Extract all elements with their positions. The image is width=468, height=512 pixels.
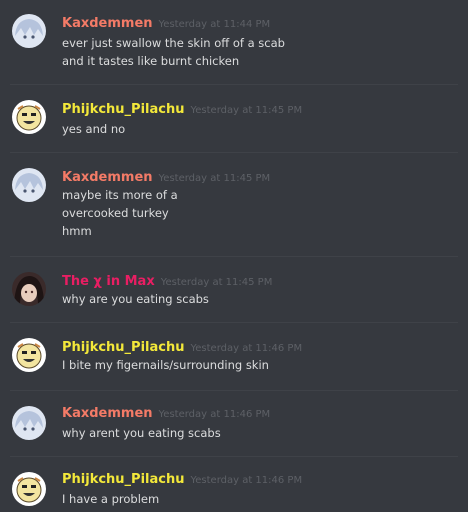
username[interactable]: The χ in Max xyxy=(62,274,155,289)
message-divider xyxy=(10,152,458,153)
message-text: yes and no xyxy=(62,122,126,136)
username[interactable]: Phijkchu_Pilachu xyxy=(62,340,184,355)
timestamp: Yesterday at 11:45 PM xyxy=(158,173,271,184)
dark-haired-anime-avatar-icon[interactable] xyxy=(12,272,46,306)
username[interactable]: Kaxdemmen xyxy=(62,406,153,421)
white-haired-anime-avatar-icon[interactable] xyxy=(12,168,46,202)
message-divider xyxy=(10,322,458,323)
message-text: hmm xyxy=(62,224,92,238)
message-text: and it tastes like burnt chicken xyxy=(62,54,240,68)
message-text: ever just swallow the skin off of a scab xyxy=(62,36,285,50)
timestamp: Yesterday at 11:45 PM xyxy=(160,277,273,288)
message-text: overcooked turkey xyxy=(62,206,169,220)
message-text: maybe its more of a xyxy=(62,188,178,202)
white-haired-anime-avatar-icon[interactable] xyxy=(12,14,46,48)
yellow-cartoon-face-avatar-icon[interactable] xyxy=(12,100,46,134)
message-text: why arent you eating scabs xyxy=(62,426,221,440)
yellow-cartoon-face-avatar-icon[interactable] xyxy=(12,472,46,506)
chat-message-list: Kaxdemmen Yesterday at 11:44 PM ever jus… xyxy=(0,0,468,512)
username[interactable]: Phijkchu_Pilachu xyxy=(62,102,184,117)
timestamp: Yesterday at 11:44 PM xyxy=(158,19,271,30)
message-divider xyxy=(10,390,458,391)
username[interactable]: Kaxdemmen xyxy=(62,170,153,185)
timestamp: Yesterday at 11:46 PM xyxy=(190,343,303,354)
message-text: I have a problem xyxy=(62,492,160,506)
message-divider xyxy=(10,256,458,257)
message-divider xyxy=(10,456,458,457)
username[interactable]: Kaxdemmen xyxy=(62,16,153,31)
timestamp: Yesterday at 11:46 PM xyxy=(190,475,303,486)
yellow-cartoon-face-avatar-icon[interactable] xyxy=(12,338,46,372)
message-divider xyxy=(10,84,458,85)
message-text: why are you eating scabs xyxy=(62,292,209,306)
timestamp: Yesterday at 11:46 PM xyxy=(158,409,271,420)
timestamp: Yesterday at 11:45 PM xyxy=(190,105,303,116)
white-haired-anime-avatar-icon[interactable] xyxy=(12,406,46,440)
message-text: I bite my figernails/surrounding skin xyxy=(62,358,269,372)
username[interactable]: Phijkchu_Pilachu xyxy=(62,472,184,487)
